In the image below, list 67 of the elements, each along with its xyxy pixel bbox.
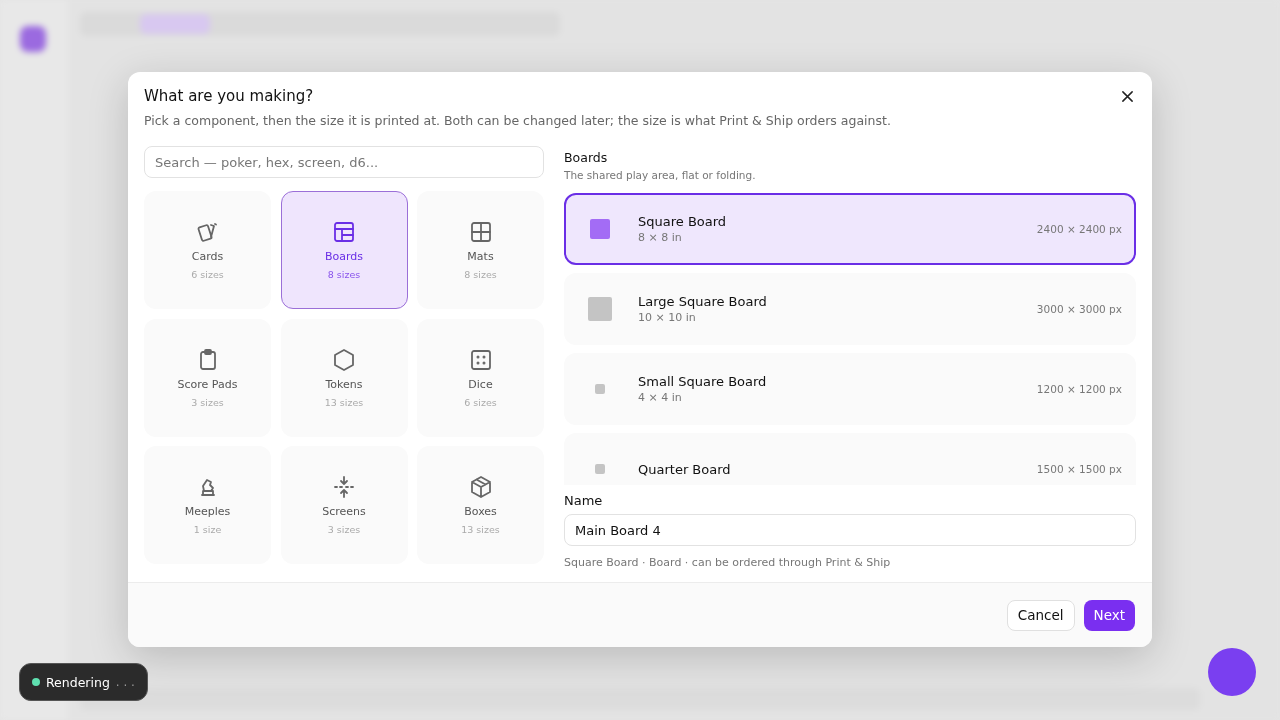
size-swatch bbox=[588, 297, 612, 321]
category-label: Boards bbox=[324, 250, 364, 263]
size-name: Small Square Board bbox=[638, 374, 768, 389]
category-count: 3 sizes bbox=[327, 524, 361, 535]
category-count: 3 sizes bbox=[191, 396, 224, 408]
close-icon[interactable] bbox=[1121, 90, 1134, 103]
category-tile[interactable]: Boxes 13 sizes bbox=[417, 446, 544, 564]
category-label: Score Pads bbox=[177, 377, 238, 391]
category-count: 6 sizes bbox=[464, 396, 497, 408]
layout-icon bbox=[332, 220, 356, 244]
category-label: Boxes bbox=[464, 505, 497, 518]
group-description: The shared play area, flat or folding. bbox=[564, 169, 757, 181]
category-count: 13 sizes bbox=[324, 396, 364, 408]
size-option[interactable]: Quarter Board 1500 × 1500 px bbox=[564, 433, 1136, 485]
size-swatch bbox=[595, 464, 605, 474]
category-label: Cards bbox=[191, 250, 224, 263]
size-option[interactable]: Square Board 8 × 8 in 2400 × 2400 px bbox=[564, 193, 1136, 265]
box-icon bbox=[468, 475, 493, 499]
size-dimensions: 10 × 10 in bbox=[638, 311, 697, 324]
pixel-size: 1500 × 1500 px bbox=[1036, 463, 1122, 475]
size-dimensions: 4 × 4 in bbox=[638, 391, 683, 404]
category-tile[interactable]: Cards 6 sizes bbox=[144, 191, 271, 309]
dice-icon bbox=[468, 347, 493, 372]
category-tile[interactable]: Mats 8 sizes bbox=[417, 191, 544, 309]
size-option[interactable]: Small Square Board 4 × 4 in 1200 × 1200 px bbox=[564, 353, 1136, 425]
size-name: Quarter Board bbox=[638, 461, 732, 477]
pixel-size: 1200 × 1200 px bbox=[1036, 383, 1122, 395]
category-count: 1 size bbox=[193, 524, 222, 535]
size-swatch bbox=[590, 219, 610, 239]
pixel-size: 3000 × 3000 px bbox=[1036, 303, 1122, 315]
category-label: Screens bbox=[322, 505, 366, 518]
group-title: Boards bbox=[564, 150, 609, 165]
category-label: Tokens bbox=[325, 377, 363, 391]
category-tile[interactable]: Boards 8 sizes bbox=[280, 191, 408, 309]
category-tile[interactable]: Score Pads 3 sizes bbox=[144, 318, 271, 437]
grid-icon bbox=[468, 220, 493, 244]
category-count: 13 sizes bbox=[461, 524, 500, 535]
dialog-title: What are you making? bbox=[144, 87, 315, 105]
category-tile[interactable]: Tokens 13 sizes bbox=[280, 318, 408, 437]
arrows-inward-icon bbox=[332, 475, 356, 499]
category-tile[interactable]: Meeples 1 size bbox=[144, 446, 271, 564]
pixel-size: 2400 × 2400 px bbox=[1036, 223, 1122, 235]
size-name: Large Square Board bbox=[638, 294, 768, 309]
dialog-subtitle: Pick a component, then the size it is printed at. Both can be changed later; the size is what Print & Ship orders against. bbox=[144, 113, 891, 128]
size-option[interactable]: Large Square Board 10 × 10 in 3000 × 3000 px bbox=[564, 273, 1136, 345]
search-field[interactable]: Search — poker, hex, screen, d6... bbox=[144, 146, 544, 178]
category-label: Mats bbox=[467, 250, 494, 263]
name-field[interactable]: Main Board 4 bbox=[564, 514, 1136, 546]
size-name: Square Board bbox=[638, 214, 728, 229]
field-label: Name bbox=[564, 493, 604, 508]
cards-icon bbox=[195, 220, 220, 244]
category-count: 8 sizes bbox=[327, 269, 361, 280]
category-label: Meeples bbox=[184, 505, 231, 518]
size-dimensions: 8 × 8 in bbox=[638, 231, 683, 244]
size-swatch bbox=[595, 384, 605, 394]
category-label: Dice bbox=[468, 377, 493, 391]
status-label: Rendering bbox=[46, 674, 110, 690]
category-tile[interactable]: Screens 3 sizes bbox=[280, 446, 408, 564]
next-button[interactable]: Next bbox=[1083, 599, 1135, 631]
cancel-button[interactable]: Cancel bbox=[1006, 599, 1075, 631]
category-count: 8 sizes bbox=[464, 269, 497, 280]
category-tile[interactable]: Dice 6 sizes bbox=[417, 318, 544, 437]
category-count: 6 sizes bbox=[191, 269, 224, 280]
progress-dots: . . . bbox=[115, 675, 135, 689]
field-hint: Square Board · Board · can be ordered through Print & Ship bbox=[564, 556, 892, 569]
status-dot bbox=[32, 678, 40, 686]
hexagon-icon bbox=[332, 347, 356, 372]
